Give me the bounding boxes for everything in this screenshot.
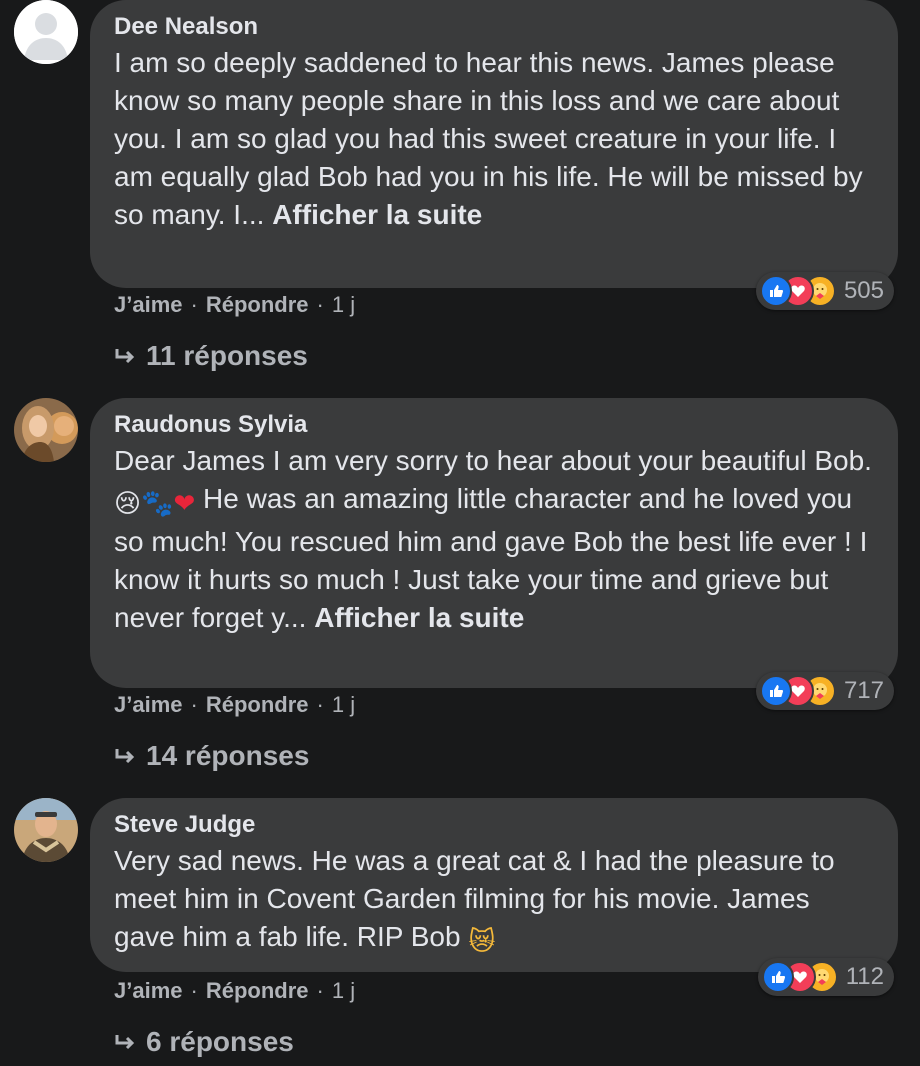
comment-bubble: Steve Judge Very sad news. He was a grea… — [90, 798, 898, 972]
reply-arrow-icon — [115, 349, 135, 364]
comment-timestamp[interactable]: 1 j — [332, 978, 355, 1004]
comment-actions: J’aime · Répondre · 1 j — [114, 292, 355, 318]
comment-bubble: Dee Nealson I am so deeply saddened to h… — [90, 0, 898, 288]
separator: · — [316, 292, 324, 317]
comment-actions: J’aime · Répondre · 1 j — [114, 978, 355, 1004]
see-more-link[interactable]: Afficher la suite — [272, 199, 482, 230]
like-reaction-icon — [759, 675, 792, 707]
avatar[interactable] — [14, 398, 78, 462]
paw-prints-emoji-icon: 🐾 — [141, 489, 174, 519]
reply-button[interactable]: Répondre — [206, 692, 309, 718]
comment-bubble: Raudonus Sylvia Dear James I am very sor… — [90, 398, 898, 688]
replies-count: 11 réponses — [146, 340, 308, 371]
replies-count: 6 réponses — [146, 1026, 294, 1057]
separator: · — [316, 692, 324, 717]
comment: Dee Nealson I am so deeply saddened to h… — [0, 0, 920, 380]
comment-body: I am so deeply saddened to hear this new… — [114, 47, 863, 230]
view-replies-link[interactable]: 6 réponses — [114, 1026, 294, 1058]
profile-photo-outdoor — [14, 798, 78, 862]
default-avatar-icon — [14, 0, 78, 64]
comment-body: Dear James I am very sorry to hear about… — [114, 445, 872, 476]
like-reaction-icon — [759, 275, 792, 307]
comment-author[interactable]: Raudonus Sylvia — [114, 408, 874, 442]
comment: Raudonus Sylvia Dear James I am very sor… — [0, 398, 920, 778]
reaction-summary[interactable]: 717 — [755, 672, 894, 710]
red-heart-emoji-icon: ❤ — [173, 489, 196, 519]
comment-author[interactable]: Dee Nealson — [114, 10, 874, 44]
reaction-count: 505 — [843, 277, 884, 304]
reply-arrow-icon — [115, 749, 135, 764]
crying-face-emoji-icon: 😢 — [114, 489, 142, 519]
reaction-summary[interactable]: 112 — [757, 958, 894, 996]
reply-button[interactable]: Répondre — [206, 978, 309, 1004]
reply-button[interactable]: Répondre — [206, 292, 309, 318]
reaction-count: 717 — [843, 677, 884, 704]
separator: · — [190, 978, 198, 1003]
reaction-summary[interactable]: 505 — [755, 272, 894, 310]
comment-timestamp[interactable]: 1 j — [332, 692, 355, 718]
like-button[interactable]: J’aime — [114, 292, 183, 318]
comment-text: Dear James I am very sorry to hear about… — [114, 442, 874, 637]
reaction-count: 112 — [845, 963, 884, 990]
avatar[interactable] — [14, 0, 78, 64]
separator: · — [316, 978, 324, 1003]
avatar[interactable] — [14, 798, 78, 862]
comment: Steve Judge Very sad news. He was a grea… — [0, 798, 920, 1066]
separator: · — [190, 292, 198, 317]
separator: · — [190, 692, 198, 717]
view-replies-link[interactable]: 14 réponses — [114, 740, 309, 772]
like-reaction-icon — [761, 961, 794, 993]
like-button[interactable]: J’aime — [114, 978, 183, 1004]
profile-photo-with-cat — [14, 398, 78, 462]
comment-author[interactable]: Steve Judge — [114, 808, 874, 842]
view-replies-link[interactable]: 11 réponses — [114, 340, 308, 372]
comment-text: Very sad news. He was a great cat & I ha… — [114, 842, 874, 961]
replies-count: 14 réponses — [146, 740, 310, 771]
like-button[interactable]: J’aime — [114, 692, 183, 718]
crying-cat-emoji-icon: 😿 — [468, 927, 496, 957]
comment-actions: J’aime · Répondre · 1 j — [114, 692, 355, 718]
reply-arrow-icon — [115, 1035, 135, 1050]
comment-timestamp[interactable]: 1 j — [332, 292, 355, 318]
comment-text: I am so deeply saddened to hear this new… — [114, 44, 874, 234]
see-more-link[interactable]: Afficher la suite — [314, 602, 524, 633]
